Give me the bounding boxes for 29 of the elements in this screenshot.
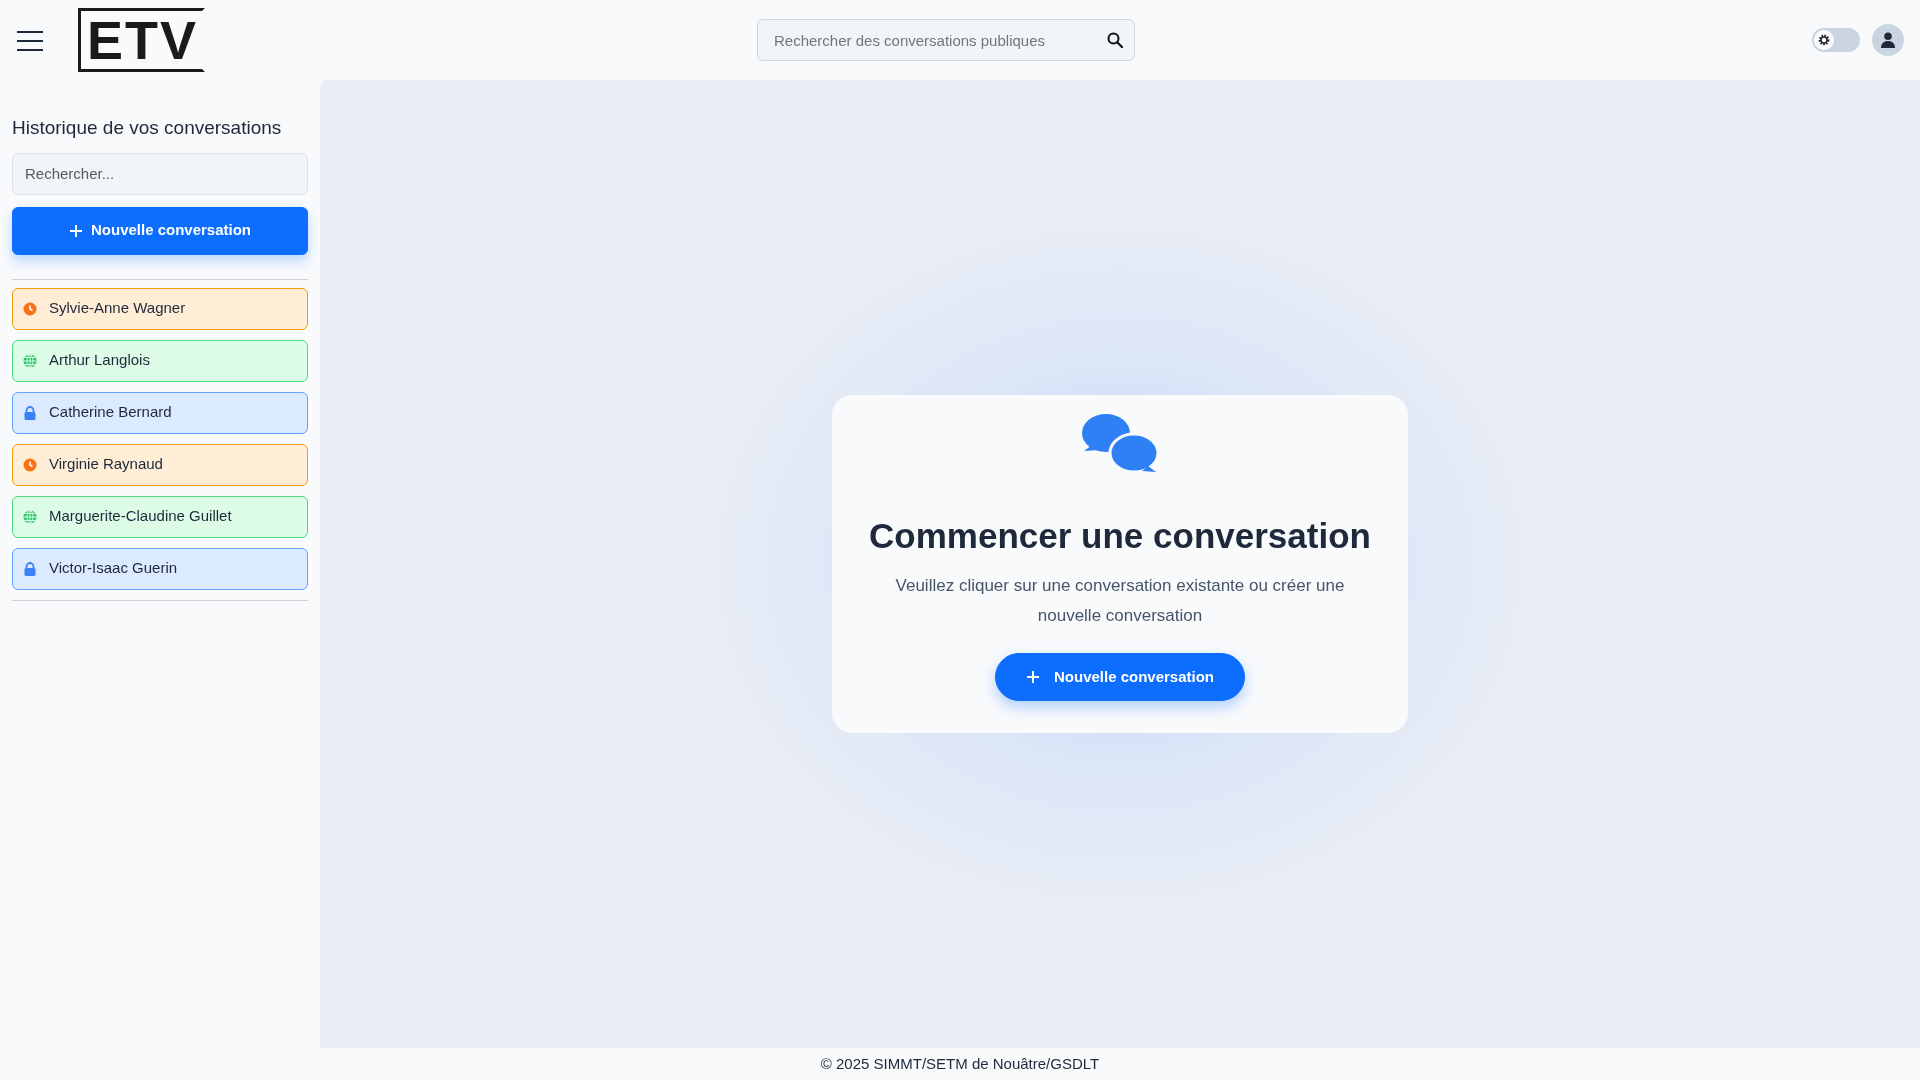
- gear-icon: [1817, 33, 1831, 47]
- plus-icon: [68, 223, 83, 238]
- clock-icon: [23, 457, 37, 472]
- globe-icon: [23, 509, 37, 524]
- search-field[interactable]: Rechercher...: [12, 152, 308, 195]
- globe-icon: [23, 353, 37, 368]
- footer-text: © 2025 SIMMT/SETM de Nouâtre/GSDLT: [820, 1053, 1100, 1074]
- conversation-item[interactable]: Catherine Bernard: [12, 391, 308, 434]
- clock-icon: [23, 301, 37, 316]
- user-avatar[interactable]: [1872, 24, 1904, 56]
- search-field[interactable]: Rechercher des conversations publiques: [757, 19, 1135, 61]
- new-conversation-button[interactable]: Nouvelle conversation: [12, 206, 308, 255]
- conversation-item[interactable]: Sylvie-Anne Wagner: [12, 287, 308, 330]
- menu-button[interactable]: [16, 29, 44, 51]
- new-conversation-button[interactable]: Nouvelle conversation: [994, 652, 1246, 701]
- search-icon[interactable]: [1107, 32, 1123, 48]
- theme-toggle[interactable]: [1812, 28, 1860, 52]
- conversation-item[interactable]: Marguerite-Claudine Guillet: [12, 495, 308, 538]
- conversation-item[interactable]: Virginie Raynaud: [12, 443, 308, 486]
- conversation-item[interactable]: Arthur Langlois: [12, 339, 308, 382]
- logo[interactable]: ETV: [78, 8, 206, 72]
- plus-icon: [1025, 669, 1040, 684]
- sidebar-title: Historique de vos conversations: [12, 116, 283, 140]
- user-icon: [1881, 32, 1895, 48]
- lock-icon: [23, 561, 37, 576]
- lock-icon: [23, 405, 37, 420]
- conversation-item[interactable]: Victor-Isaac Guerin: [12, 547, 308, 590]
- welcome-text: Veuillez cliquer sur une conversation existante ou créer une nouvelle conversation: [894, 575, 1346, 627]
- welcome-title: Commencer une conversation: [869, 515, 1371, 558]
